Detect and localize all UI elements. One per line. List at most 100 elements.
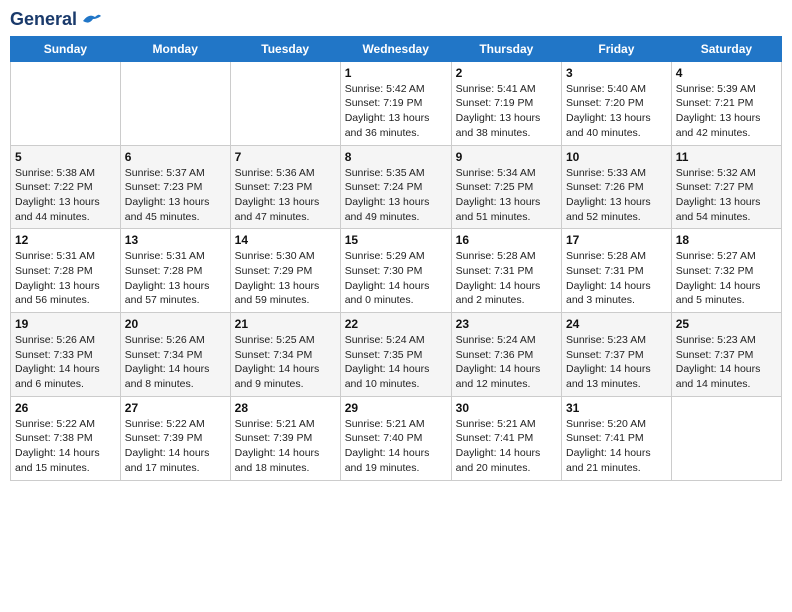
day-info: Sunrise: 5:26 AM Sunset: 7:33 PM Dayligh… <box>15 333 116 392</box>
day-cell-28: 28Sunrise: 5:21 AM Sunset: 7:39 PM Dayli… <box>230 396 340 480</box>
day-cell-21: 21 Sunrise: 5:25 AM Sunset: 7:34 PM Dayli… <box>230 313 340 397</box>
day-cell-9: 9 Sunrise: 5:34 AM Sunset: 7:25 PM Daylig… <box>451 145 561 229</box>
day-cell-26: 26 Sunrise: 5:22 AM Sunset: 7:38 PM Dayli… <box>11 396 121 480</box>
day-cell-24: 24 Sunrise: 5:23 AM Sunset: 7:37 PM Dayli… <box>561 313 671 397</box>
day-info: Sunrise: 5:22 AM Sunset: 7:39 PM Dayligh… <box>125 417 226 476</box>
empty-cell <box>120 61 230 145</box>
day-cell-12: 12 Sunrise: 5:31 AM Sunset: 7:28 PM Dayli… <box>11 229 121 313</box>
day-info: Sunrise: 5:25 AM Sunset: 7:34 PM Dayligh… <box>235 333 336 392</box>
day-number: 26 <box>15 401 116 415</box>
day-info: Sunrise: 5:24 AM Sunset: 7:35 PM Dayligh… <box>345 333 447 392</box>
day-number: 27 <box>125 401 226 415</box>
day-info: Sunrise: 5:22 AM Sunset: 7:38 PM Dayligh… <box>15 417 116 476</box>
day-info: Sunrise: 5:27 AM Sunset: 7:32 PM Dayligh… <box>676 249 777 308</box>
day-info: Sunrise: 5:41 AM Sunset: 7:19 PM Dayligh… <box>456 82 557 141</box>
day-info: Sunrise: 5:21 AM Sunset: 7:39 PM Dayligh… <box>235 417 336 476</box>
day-cell-15: 15 Sunrise: 5:29 AM Sunset: 7:30 PM Dayli… <box>340 229 451 313</box>
day-number: 2 <box>456 66 557 80</box>
calendar-table: SundayMondayTuesdayWednesdayThursdayFrid… <box>10 36 782 481</box>
day-info: Sunrise: 5:31 AM Sunset: 7:28 PM Dayligh… <box>15 249 116 308</box>
empty-cell <box>230 61 340 145</box>
day-number: 14 <box>235 233 336 247</box>
day-info: Sunrise: 5:21 AM Sunset: 7:41 PM Dayligh… <box>456 417 557 476</box>
day-number: 19 <box>15 317 116 331</box>
day-cell-25: 25Sunrise: 5:23 AM Sunset: 7:37 PM Dayli… <box>671 313 781 397</box>
week-row-2: 5 Sunrise: 5:38 AM Sunset: 7:22 PM Daylig… <box>11 145 782 229</box>
day-number: 29 <box>345 401 447 415</box>
weekday-header-friday: Friday <box>561 36 671 61</box>
weekday-header-monday: Monday <box>120 36 230 61</box>
day-info: Sunrise: 5:26 AM Sunset: 7:34 PM Dayligh… <box>125 333 226 392</box>
day-cell-30: 30 Sunrise: 5:21 AM Sunset: 7:41 PM Dayli… <box>451 396 561 480</box>
day-cell-2: 2 Sunrise: 5:41 AM Sunset: 7:19 PM Daylig… <box>451 61 561 145</box>
day-number: 8 <box>345 150 447 164</box>
day-info: Sunrise: 5:29 AM Sunset: 7:30 PM Dayligh… <box>345 249 447 308</box>
day-cell-22: 22Sunrise: 5:24 AM Sunset: 7:35 PM Dayli… <box>340 313 451 397</box>
weekday-header-sunday: Sunday <box>11 36 121 61</box>
day-number: 4 <box>676 66 777 80</box>
day-number: 18 <box>676 233 777 247</box>
day-number: 25 <box>676 317 777 331</box>
week-row-4: 19 Sunrise: 5:26 AM Sunset: 7:33 PM Dayli… <box>11 313 782 397</box>
day-number: 15 <box>345 233 447 247</box>
day-number: 9 <box>456 150 557 164</box>
logo-text: General <box>10 10 77 30</box>
day-number: 24 <box>566 317 667 331</box>
weekday-header-wednesday: Wednesday <box>340 36 451 61</box>
week-row-5: 26 Sunrise: 5:22 AM Sunset: 7:38 PM Dayli… <box>11 396 782 480</box>
bird-icon <box>81 11 103 29</box>
day-info: Sunrise: 5:40 AM Sunset: 7:20 PM Dayligh… <box>566 82 667 141</box>
day-info: Sunrise: 5:31 AM Sunset: 7:28 PM Dayligh… <box>125 249 226 308</box>
day-cell-29: 29Sunrise: 5:21 AM Sunset: 7:40 PM Dayli… <box>340 396 451 480</box>
day-info: Sunrise: 5:35 AM Sunset: 7:24 PM Dayligh… <box>345 166 447 225</box>
day-number: 16 <box>456 233 557 247</box>
weekday-header-saturday: Saturday <box>671 36 781 61</box>
day-number: 12 <box>15 233 116 247</box>
week-row-1: 1 Sunrise: 5:42 AM Sunset: 7:19 PM Daylig… <box>11 61 782 145</box>
day-info: Sunrise: 5:23 AM Sunset: 7:37 PM Dayligh… <box>566 333 667 392</box>
logo: General <box>10 10 103 30</box>
day-cell-5: 5 Sunrise: 5:38 AM Sunset: 7:22 PM Daylig… <box>11 145 121 229</box>
day-cell-20: 20Sunrise: 5:26 AM Sunset: 7:34 PM Dayli… <box>120 313 230 397</box>
day-cell-1: 1 Sunrise: 5:42 AM Sunset: 7:19 PM Daylig… <box>340 61 451 145</box>
day-number: 1 <box>345 66 447 80</box>
day-cell-13: 13 Sunrise: 5:31 AM Sunset: 7:28 PM Dayli… <box>120 229 230 313</box>
day-number: 30 <box>456 401 557 415</box>
day-info: Sunrise: 5:28 AM Sunset: 7:31 PM Dayligh… <box>566 249 667 308</box>
weekday-header-row: SundayMondayTuesdayWednesdayThursdayFrid… <box>11 36 782 61</box>
day-info: Sunrise: 5:32 AM Sunset: 7:27 PM Dayligh… <box>676 166 777 225</box>
day-number: 5 <box>15 150 116 164</box>
weekday-header-thursday: Thursday <box>451 36 561 61</box>
day-cell-17: 17 Sunrise: 5:28 AM Sunset: 7:31 PM Dayli… <box>561 229 671 313</box>
day-info: Sunrise: 5:30 AM Sunset: 7:29 PM Dayligh… <box>235 249 336 308</box>
day-info: Sunrise: 5:33 AM Sunset: 7:26 PM Dayligh… <box>566 166 667 225</box>
day-number: 13 <box>125 233 226 247</box>
day-number: 3 <box>566 66 667 80</box>
day-number: 17 <box>566 233 667 247</box>
weekday-header-tuesday: Tuesday <box>230 36 340 61</box>
day-info: Sunrise: 5:42 AM Sunset: 7:19 PM Dayligh… <box>345 82 447 141</box>
day-info: Sunrise: 5:20 AM Sunset: 7:41 PM Dayligh… <box>566 417 667 476</box>
day-number: 6 <box>125 150 226 164</box>
day-cell-10: 10Sunrise: 5:33 AM Sunset: 7:26 PM Dayli… <box>561 145 671 229</box>
day-number: 31 <box>566 401 667 415</box>
day-cell-3: 3 Sunrise: 5:40 AM Sunset: 7:20 PM Daylig… <box>561 61 671 145</box>
day-info: Sunrise: 5:24 AM Sunset: 7:36 PM Dayligh… <box>456 333 557 392</box>
day-info: Sunrise: 5:38 AM Sunset: 7:22 PM Dayligh… <box>15 166 116 225</box>
day-number: 11 <box>676 150 777 164</box>
day-cell-11: 11 Sunrise: 5:32 AM Sunset: 7:27 PM Dayli… <box>671 145 781 229</box>
day-cell-27: 27 Sunrise: 5:22 AM Sunset: 7:39 PM Dayli… <box>120 396 230 480</box>
day-cell-16: 16Sunrise: 5:28 AM Sunset: 7:31 PM Dayli… <box>451 229 561 313</box>
empty-cell <box>671 396 781 480</box>
day-number: 7 <box>235 150 336 164</box>
day-number: 21 <box>235 317 336 331</box>
day-cell-14: 14 Sunrise: 5:30 AM Sunset: 7:29 PM Dayli… <box>230 229 340 313</box>
empty-cell <box>11 61 121 145</box>
page-header: General <box>10 10 782 30</box>
day-cell-6: 6Sunrise: 5:37 AM Sunset: 7:23 PM Daylig… <box>120 145 230 229</box>
day-cell-18: 18 Sunrise: 5:27 AM Sunset: 7:32 PM Dayli… <box>671 229 781 313</box>
day-info: Sunrise: 5:34 AM Sunset: 7:25 PM Dayligh… <box>456 166 557 225</box>
day-cell-23: 23Sunrise: 5:24 AM Sunset: 7:36 PM Dayli… <box>451 313 561 397</box>
day-cell-7: 7Sunrise: 5:36 AM Sunset: 7:23 PM Daylig… <box>230 145 340 229</box>
day-info: Sunrise: 5:39 AM Sunset: 7:21 PM Dayligh… <box>676 82 777 141</box>
